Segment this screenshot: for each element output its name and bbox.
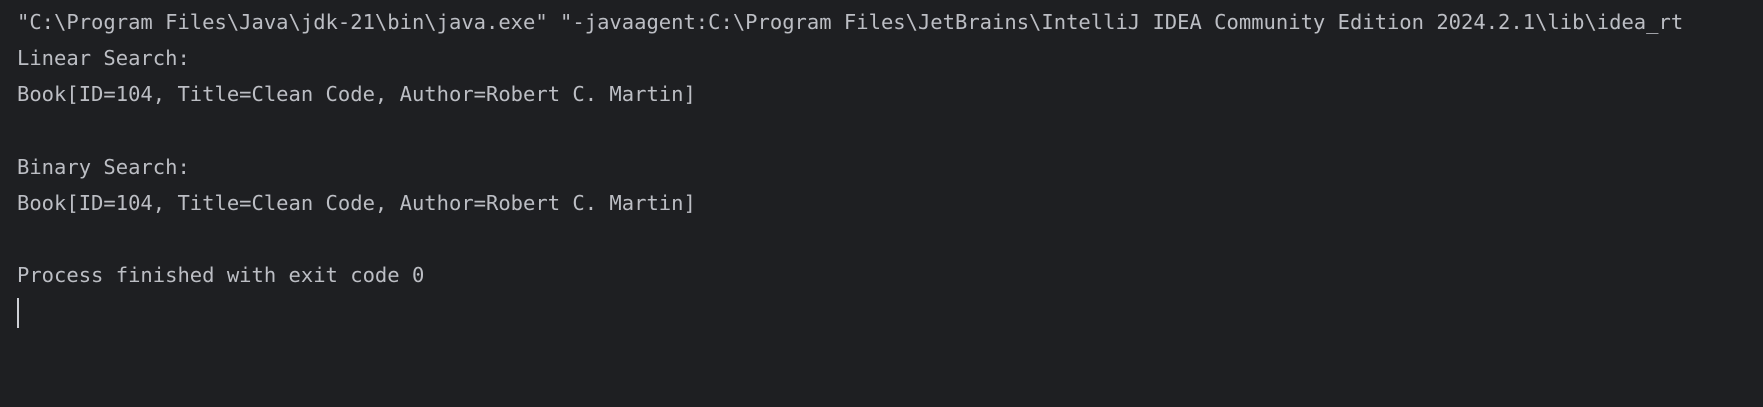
- console-output-line: Linear Search:: [17, 46, 190, 71]
- console-command-line: "C:\Program Files\Java\jdk-21\bin\java.e…: [17, 10, 1684, 34]
- console-output-line: Book[ID=104, Title=Clean Code, Author=Ro…: [17, 190, 696, 215]
- console-input-line[interactable]: [17, 294, 1763, 330]
- text-caret: [17, 297, 19, 328]
- process-exit-message: Process finished with exit code 0: [17, 263, 425, 288]
- run-console-output[interactable]: "C:\Program Files\Java\jdk-21\bin\java.e…: [0, 0, 1763, 407]
- console-output-line: Binary Search:: [17, 154, 190, 179]
- console-output-line: Book[ID=104, Title=Clean Code, Author=Ro…: [17, 82, 696, 107]
